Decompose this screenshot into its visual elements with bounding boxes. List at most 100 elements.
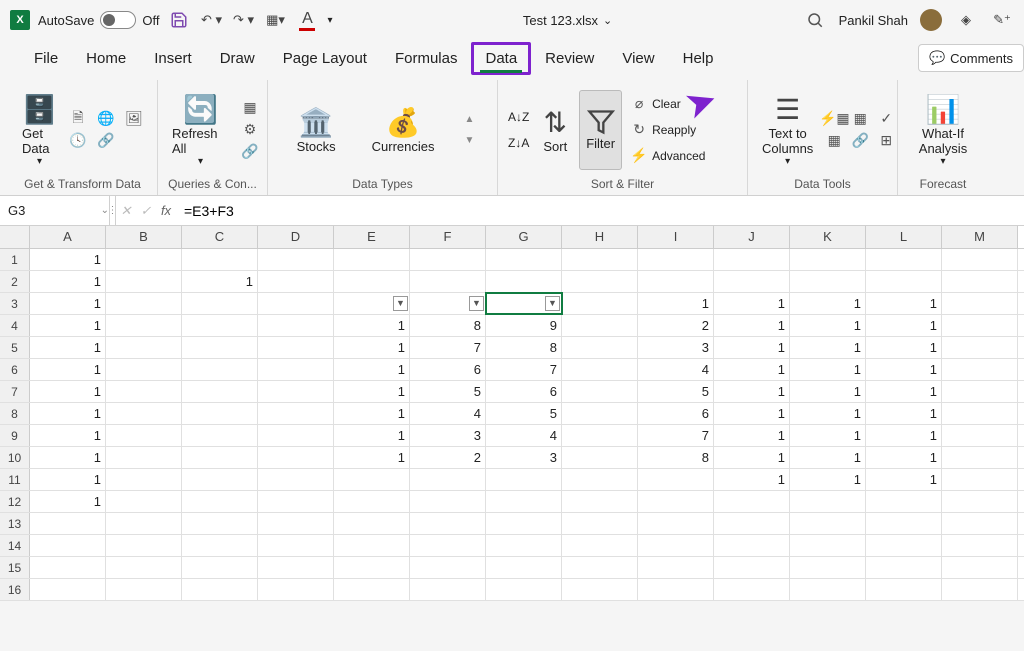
refresh-all-button[interactable]: 🔄 Refresh All▾ [166,90,235,170]
cell[interactable] [258,513,334,534]
cell[interactable]: 1 [30,293,106,314]
row-header[interactable]: 8 [0,403,30,424]
tab-page-layout[interactable]: Page Layout [269,42,381,75]
cell[interactable]: 1 [334,403,410,424]
cell[interactable]: 4 [410,403,486,424]
cell[interactable]: 1 [790,381,866,402]
cell[interactable] [714,579,790,600]
column-header[interactable]: A [30,226,106,248]
get-data-button[interactable]: 🗄️ Get Data▾ [16,90,63,170]
cell[interactable] [942,271,1018,292]
cell[interactable] [182,491,258,512]
cell[interactable]: 1 [714,403,790,424]
cell[interactable] [258,337,334,358]
cell[interactable]: 1 [790,359,866,380]
remove-dup-icon[interactable]: ▦ [851,110,869,128]
cell[interactable]: 1 [714,425,790,446]
cell[interactable] [486,513,562,534]
cell[interactable] [942,469,1018,490]
cell[interactable] [334,469,410,490]
cell[interactable]: 1 [334,337,410,358]
cell[interactable] [790,535,866,556]
cell[interactable] [562,491,638,512]
cell[interactable]: 1 [30,249,106,270]
cell[interactable] [638,579,714,600]
cell[interactable] [790,579,866,600]
data-validation-icon[interactable]: ✓ [877,110,895,128]
cell[interactable] [866,513,942,534]
cell[interactable] [942,557,1018,578]
cell[interactable] [334,271,410,292]
cell[interactable] [106,381,182,402]
cell[interactable]: 1 [790,403,866,424]
cell[interactable]: 1 [866,447,942,468]
cell[interactable] [182,469,258,490]
cell[interactable] [410,491,486,512]
cell[interactable]: 1 [790,315,866,336]
cell[interactable]: 1 [866,337,942,358]
cell[interactable] [258,469,334,490]
cell[interactable] [258,535,334,556]
cell[interactable]: 2 [638,315,714,336]
cell[interactable]: 1 [866,293,942,314]
cell[interactable]: 1 [714,359,790,380]
cell[interactable] [30,535,106,556]
from-text-icon[interactable]: 🗎 [69,110,87,128]
cell[interactable]: 1 [30,337,106,358]
cell[interactable] [182,535,258,556]
cell[interactable] [942,513,1018,534]
sort-desc-button[interactable]: Z↓A [506,134,531,152]
cell[interactable] [562,513,638,534]
cell[interactable] [106,557,182,578]
cell[interactable] [106,535,182,556]
row-header[interactable]: 11 [0,469,30,490]
cell[interactable]: 1 [30,491,106,512]
cell[interactable] [334,249,410,270]
cell[interactable] [106,315,182,336]
cell[interactable]: 1 [334,315,410,336]
row-header[interactable]: 10 [0,447,30,468]
cell[interactable] [562,557,638,578]
cell[interactable] [714,271,790,292]
what-if-button[interactable]: 📊 What-If Analysis▾ [906,90,980,170]
enter-icon[interactable]: ✓ [136,203,156,219]
properties-icon[interactable]: ⚙ [241,121,259,139]
cell[interactable] [562,293,638,314]
cell[interactable] [410,535,486,556]
cell[interactable] [562,469,638,490]
cell[interactable] [562,425,638,446]
cell[interactable]: 1 [866,381,942,402]
autosave-toggle[interactable]: AutoSave Off [38,11,159,29]
cell[interactable] [942,315,1018,336]
cell[interactable]: 1 [30,447,106,468]
cell[interactable]: 1 [714,337,790,358]
cell[interactable] [790,249,866,270]
cell[interactable] [182,513,258,534]
currencies-button[interactable]: 💰 Currencies [366,90,441,170]
cell[interactable]: 5 [410,381,486,402]
cell[interactable] [942,249,1018,270]
cell[interactable] [486,271,562,292]
magic-icon[interactable]: ✎⁺ [990,8,1014,32]
column-header[interactable]: L [866,226,942,248]
cell[interactable]: 3 [410,425,486,446]
cell[interactable]: 1 [30,271,106,292]
cell[interactable] [714,249,790,270]
tab-home[interactable]: Home [72,42,140,75]
cell[interactable]: 1 [714,315,790,336]
cell[interactable]: 6 [410,359,486,380]
cell[interactable]: 1 [714,469,790,490]
cell[interactable] [866,557,942,578]
cell[interactable] [410,557,486,578]
cell[interactable] [714,513,790,534]
cell[interactable] [638,249,714,270]
cell[interactable]: 1 [790,447,866,468]
cell[interactable]: 1 [30,381,106,402]
sort-button[interactable]: ⇅ Sort [537,90,573,170]
cell[interactable] [182,337,258,358]
cell[interactable] [258,359,334,380]
scroll-down-icon[interactable]: ▼ [464,135,474,146]
cell[interactable]: 1 [30,359,106,380]
cell[interactable]: 1 [334,359,410,380]
cell[interactable] [942,337,1018,358]
